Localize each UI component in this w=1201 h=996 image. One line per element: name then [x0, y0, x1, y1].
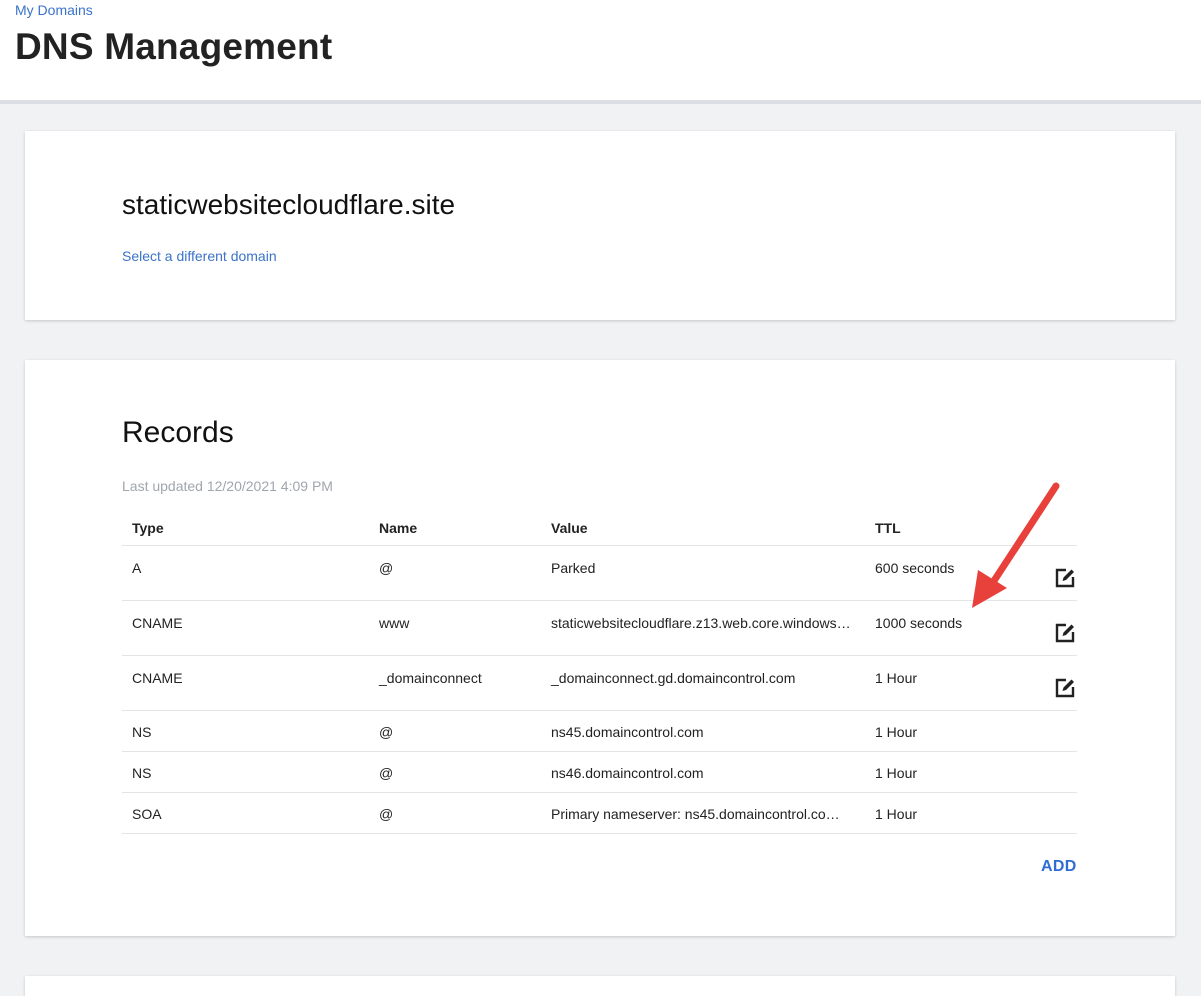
record-name: @ [369, 751, 541, 793]
dns-records-table: Type Name Value TTL A @ Parked 600 secon… [122, 510, 1077, 834]
record-type: NS [122, 710, 369, 752]
page-title: DNS Management [15, 26, 333, 67]
column-header-type: Type [122, 510, 369, 546]
select-different-domain-link[interactable]: Select a different domain [122, 248, 277, 264]
record-value: ns45.domaincontrol.com [541, 710, 865, 752]
arrow-annotation-icon [972, 482, 1060, 608]
record-value: Primary nameserver: ns45.domaincontrol.c… [541, 792, 865, 834]
record-type: CNAME [122, 600, 369, 656]
record-value: Parked [541, 545, 865, 601]
record-type: SOA [122, 792, 369, 834]
record-type: NS [122, 751, 369, 793]
domain-name: staticwebsitecloudflare.site [122, 189, 456, 220]
table-header-row: Type Name Value TTL [122, 510, 1077, 546]
table-row: NS @ ns45.domaincontrol.com 1 Hour [122, 710, 1077, 752]
edit-icon[interactable] [1053, 676, 1077, 700]
records-title: Records [122, 416, 234, 449]
record-ttl: 1 Hour [865, 710, 1017, 752]
table-row: SOA @ Primary nameserver: ns45.domaincon… [122, 792, 1077, 834]
record-value: staticwebsitecloudflare.z13.web.core.win… [541, 600, 865, 656]
breadcrumb-my-domains[interactable]: My Domains [15, 2, 93, 18]
record-name: @ [369, 710, 541, 752]
next-card [25, 976, 1175, 996]
column-header-name: Name [369, 510, 541, 546]
domain-card: staticwebsitecloudflare.site Select a di… [25, 131, 1175, 320]
record-ttl: 1 Hour [865, 751, 1017, 793]
record-value: ns46.domaincontrol.com [541, 751, 865, 793]
table-row: CNAME _domainconnect _domainconnect.gd.d… [122, 655, 1077, 711]
record-type: CNAME [122, 655, 369, 711]
record-name: www [369, 600, 541, 656]
record-type: A [122, 545, 369, 601]
last-updated-text: Last updated 12/20/2021 4:09 PM [122, 478, 333, 494]
records-card: Records Last updated 12/20/2021 4:09 PM … [25, 360, 1175, 936]
record-name: @ [369, 545, 541, 601]
record-ttl: 1 Hour [865, 792, 1017, 834]
page-header: My Domains DNS Management [0, 0, 1201, 104]
table-row: NS @ ns46.domaincontrol.com 1 Hour [122, 751, 1077, 793]
record-value: _domainconnect.gd.domaincontrol.com [541, 655, 865, 711]
table-row: CNAME www staticwebsitecloudflare.z13.we… [122, 600, 1077, 656]
add-record-button[interactable]: ADD [1041, 858, 1077, 876]
table-row: A @ Parked 600 seconds [122, 545, 1077, 601]
column-header-value: Value [541, 510, 865, 546]
edit-icon[interactable] [1053, 621, 1077, 645]
record-name: @ [369, 792, 541, 834]
record-name: _domainconnect [369, 655, 541, 711]
record-ttl: 1 Hour [865, 655, 1017, 711]
